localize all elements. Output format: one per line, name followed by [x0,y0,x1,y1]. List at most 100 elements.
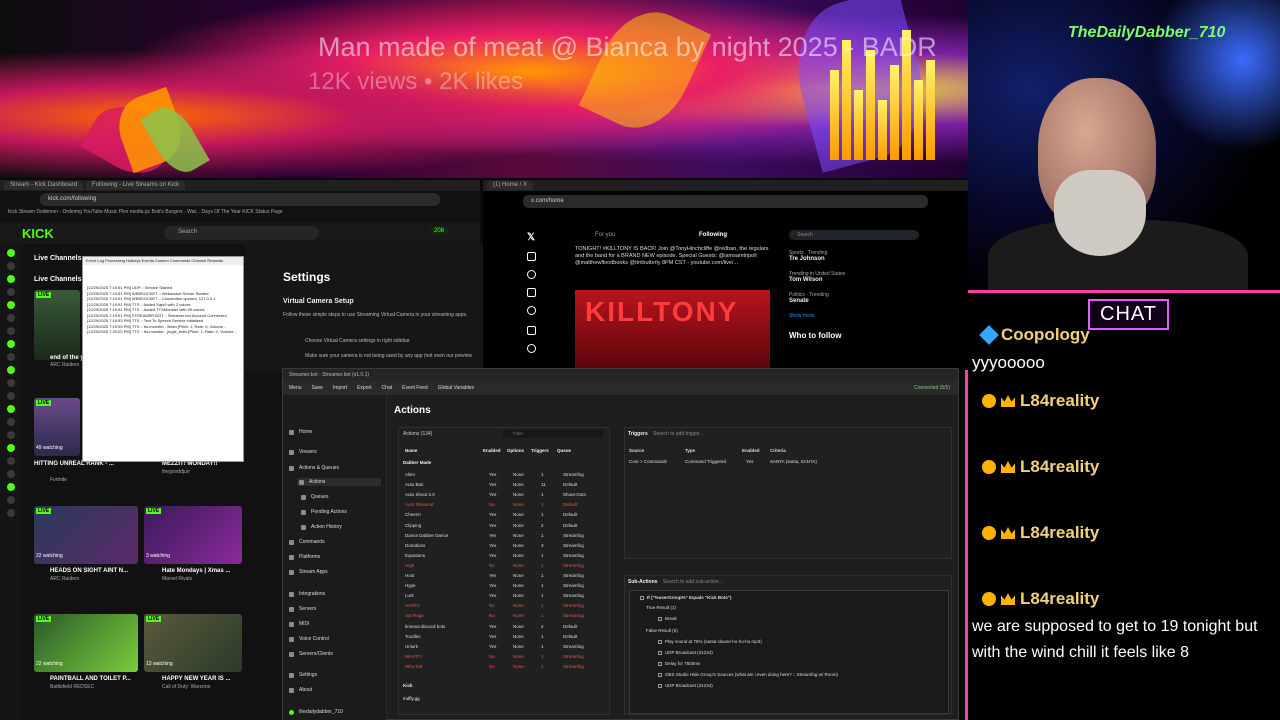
action-row[interactable]: Dance Dabber Dance Yes None 1 Streamfog [405,533,605,543]
subaction-if[interactable]: If ("%userGroup%" Equals "Kick Bots") [640,595,732,600]
filter-input[interactable]: Filter [503,430,603,438]
x-logo-icon[interactable]: 𝕏 [527,232,535,243]
nav-home[interactable]: Home [289,429,312,435]
nav-servers-clients[interactable]: Servers/Clients [289,651,333,657]
nav-viewers[interactable]: Viewers [289,449,317,455]
subaction-false-result[interactable]: False Result (5) [646,628,678,633]
subaction-item[interactable]: UDP Broadcast (41234) [658,650,713,655]
address-bar[interactable]: kick.com/following [40,193,440,206]
nav-stream-apps[interactable]: Stream Apps [289,569,328,575]
grok-icon[interactable] [527,344,536,353]
action-row[interactable]: Auto Shoutout No None 1 Default [405,502,605,512]
action-row[interactable]: High No None 1 Streamfog [405,563,605,573]
export-button[interactable]: Export [357,385,371,391]
nav-integrations[interactable]: Integrations [289,591,325,597]
browser-tab[interactable]: (1) Home / X [487,181,534,190]
tab-for-you[interactable]: For you [595,232,615,238]
action-options: None [513,472,524,477]
stream-card-title[interactable]: PAINTBALL AND TOILET P... [50,676,131,682]
nav-actions-queues[interactable]: Actions & Queues [289,465,339,471]
action-name: WHAT!? [405,653,422,659]
subaction-item[interactable]: OBS Studio Hide Group's Sources (what am… [658,672,838,677]
nav-actions[interactable]: Actions [297,478,381,486]
column-header-queue[interactable]: Queue [557,448,571,453]
column-header-name[interactable]: Name [405,448,417,453]
nav-servers[interactable]: Servers [289,606,316,612]
action-row[interactable]: WHAT!? No None 1 Streamfog [405,654,605,664]
action-row[interactable]: Hype Yes None 1 Streamfog [405,583,605,593]
import-button[interactable]: Import [333,385,347,391]
column-header-options[interactable]: Options [507,448,524,453]
log-tabs[interactable]: Event Log Processing Hotkeys Events Cust… [83,257,243,265]
nav-queues[interactable]: Queues [301,494,329,500]
nav-action-history[interactable]: Action History [301,524,342,530]
home-icon[interactable] [527,252,536,261]
action-row[interactable]: Unlurk Yes None 1 Streamfog [405,644,605,654]
kick-logo[interactable]: KICK [22,226,54,241]
tab-following[interactable]: Following [699,232,727,238]
stream-card-title[interactable]: Hate Mondays | Xmas ... [162,568,230,574]
action-row[interactable]: Toodles Yes None 1 Default [405,634,605,644]
subaction-true-result[interactable]: True Result (1) [646,605,676,610]
subaction-item[interactable]: Play sound at 75% (santa-clause-ho-ho-ho… [658,639,762,644]
nav-settings[interactable]: Settings [289,672,317,678]
subaction-item[interactable]: Break [658,616,677,621]
action-row[interactable]: Host Yes None 1 Streamfog [405,573,605,583]
action-row[interactable]: Alien Yes None 1 Streamfog [405,472,605,482]
action-triggers: 1 [541,653,544,659]
save-button[interactable]: Save [312,385,323,391]
action-row[interactable]: Lurk Yes None 1 Streamfog [405,593,605,603]
nav-platforms[interactable]: Platforms [289,554,320,560]
action-group-header[interactable]: Dabber Made [403,460,431,465]
action-row[interactable]: Sat Rage No None 1 Streamfog [405,613,605,623]
tweet-image[interactable]: KILLTONY [575,290,770,370]
trend-item[interactable]: Politics · Trending Senate [789,292,919,304]
nav-commands[interactable]: Commands [289,539,325,545]
global-variables-button[interactable]: Global Variables [438,385,474,391]
browser-tab[interactable]: Stream - Kick Dashboard [4,181,84,190]
bookmarks-bar[interactable]: Kick Stream Dodemon - Ordering YouTube M… [0,208,480,217]
action-row[interactable]: Equations Yes None 1 Streamfog [405,553,605,563]
trend-item[interactable]: Sports · Trending Tre Johnson [789,250,919,262]
action-row[interactable]: mdfly.gg [403,696,420,701]
nav-voice-control[interactable]: Voice Control [289,636,329,642]
column-header-triggers[interactable]: Triggers [531,448,549,453]
subaction-item[interactable]: UDP Broadcast (41234) [658,683,713,688]
follow-count-badge[interactable]: 208 [430,227,449,235]
trend-item[interactable]: Trending in United States Tom Wilson [789,271,919,283]
action-row[interactable]: Clipping Yes None 2 Default [405,523,605,533]
action-row[interactable]: Auto Shout 2.0 Yes None 1 Shout-Outs [405,492,605,502]
action-group-header[interactable]: Kick [403,683,413,688]
stream-thumbnail[interactable]: LIVE [34,290,80,360]
search-icon[interactable] [527,270,536,279]
nav-pending-actions[interactable]: Pending Actions [301,509,347,515]
action-row[interactable]: SANTA No None 1 Streamfog [405,603,605,613]
connection-status[interactable]: Connected (5/5) [914,385,950,391]
tweet-text[interactable]: TONIGHT! #KILLTONY IS BACK! Join @TonyHi… [575,246,775,267]
search-input[interactable]: Search [164,226,319,240]
mail-icon[interactable] [527,326,536,335]
action-row[interactable]: timeout discord bots Yes None 2 Default [405,624,605,634]
chat-button[interactable]: Chat [382,385,393,391]
browser-tab[interactable]: Following - Live Streams on Kick [86,181,186,190]
trigger-search-input[interactable]: Search to add trigger... [653,431,704,437]
people-icon[interactable] [527,306,536,315]
event-feed-button[interactable]: Event Feed [402,385,428,391]
stream-card-title[interactable]: HAPPY NEW YEAR IS ... [162,676,230,682]
action-row[interactable]: Auto Ban Yes None 11 Default [405,482,605,492]
action-row[interactable]: Who Did No None 1 Streamfog [405,664,605,674]
bell-icon[interactable] [527,288,536,297]
show-more-link[interactable]: Show more [789,313,919,319]
nav-account[interactable]: thedailydabber_710 [289,709,343,715]
search-input[interactable]: Search [789,230,919,240]
subaction-search-input[interactable]: Search to add sub-action... [663,579,723,585]
subaction-item[interactable]: Delay for 7500ms [658,661,700,666]
nav-midi[interactable]: MIDI [289,621,310,627]
address-bar[interactable]: x.com/home [523,195,928,208]
action-row[interactable]: Cheers! Yes None 1 Default [405,512,605,522]
nav-about[interactable]: About [289,687,312,693]
column-header-enabled[interactable]: Enabled [483,448,501,453]
stream-card-title[interactable]: HEADS ON SIGHT AINT N... [50,568,128,574]
menu-button[interactable]: Menu [289,385,302,391]
action-row[interactable]: Donations Yes None 3 Streamfog [405,543,605,553]
